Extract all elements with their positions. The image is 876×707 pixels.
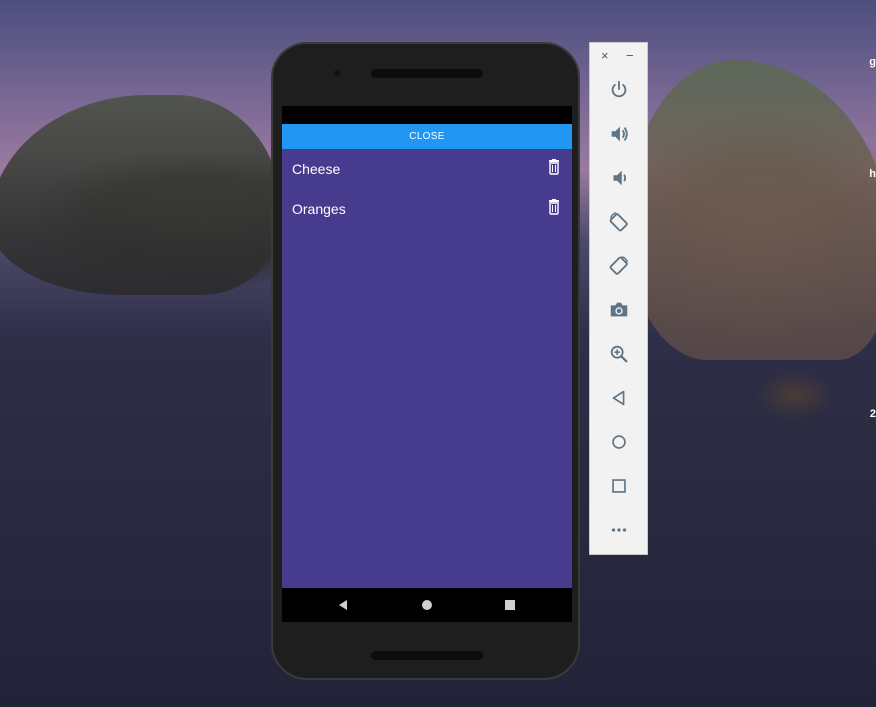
list-item[interactable]: Cheese xyxy=(282,149,572,189)
trash-icon[interactable] xyxy=(547,159,561,175)
home-circle-icon[interactable] xyxy=(419,597,435,613)
zoom-icon[interactable] xyxy=(605,340,633,368)
desktop-edge-text: 2 xyxy=(869,408,876,420)
power-icon[interactable] xyxy=(605,76,633,104)
earpiece-speaker xyxy=(371,69,483,78)
trash-icon[interactable] xyxy=(547,199,561,215)
desktop-edge-text: g xyxy=(869,56,876,68)
item-label: Cheese xyxy=(292,161,341,177)
wallpaper-island-left xyxy=(0,95,280,295)
wallpaper-island-right xyxy=(630,60,876,360)
app-content: CLOSE Cheese Oranges xyxy=(282,124,572,588)
back-icon[interactable] xyxy=(605,384,633,412)
bottom-speaker xyxy=(371,651,483,660)
emulator-phone-frame: CLOSE Cheese Oranges xyxy=(271,42,580,680)
rotate-right-icon[interactable] xyxy=(605,252,633,280)
overview-square-icon[interactable] xyxy=(502,597,518,613)
minimize-icon[interactable]: − xyxy=(626,48,634,64)
list-item[interactable]: Oranges xyxy=(282,189,572,229)
close-icon[interactable]: × xyxy=(601,48,609,64)
phone-screen: CLOSE Cheese Oranges xyxy=(282,106,572,622)
desktop-edge-text: h xyxy=(869,168,876,180)
close-button[interactable]: CLOSE xyxy=(282,124,572,149)
overview-icon[interactable] xyxy=(605,472,633,500)
volume-up-icon[interactable] xyxy=(605,120,633,148)
item-label: Oranges xyxy=(292,201,346,217)
front-camera xyxy=(334,70,340,76)
rotate-left-icon[interactable] xyxy=(605,208,633,236)
status-bar xyxy=(282,106,572,124)
volume-down-icon[interactable] xyxy=(605,164,633,192)
android-nav-bar xyxy=(282,588,572,622)
back-triangle-icon[interactable] xyxy=(335,597,351,613)
camera-icon[interactable] xyxy=(605,296,633,324)
more-icon[interactable] xyxy=(605,516,633,544)
emulator-toolbar: × − xyxy=(589,42,648,555)
home-icon[interactable] xyxy=(605,428,633,456)
